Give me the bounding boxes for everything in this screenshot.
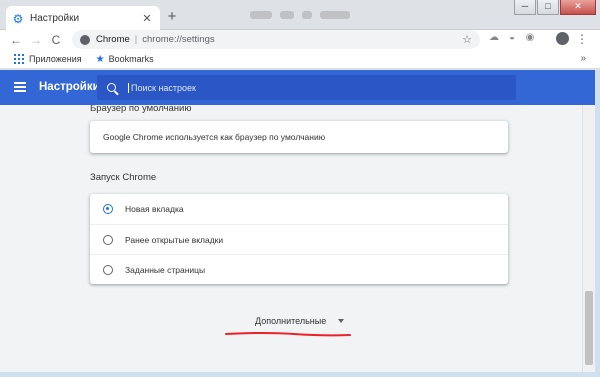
bookmark-star-icon[interactable]: ☆: [462, 33, 472, 46]
settings-content: Браузер по умолчанию Google Chrome испол…: [0, 105, 582, 372]
site-info-icon[interactable]: [80, 34, 90, 45]
vertical-scrollbar[interactable]: [582, 105, 595, 372]
extension-icon-2[interactable]: ◉: [524, 32, 536, 44]
radio-label: Ранее открытые вкладки: [125, 234, 224, 245]
hamburger-menu-icon[interactable]: [14, 82, 26, 92]
window-frame-right: [595, 70, 600, 377]
address-url[interactable]: chrome://settings: [142, 34, 462, 45]
radio-button-checked[interactable]: [103, 204, 113, 214]
extensions-area: ☁ ◒ ◉: [488, 32, 536, 44]
address-host: Chrome: [96, 34, 130, 45]
address-bar[interactable]: Chrome | chrome://settings ☆: [72, 30, 480, 49]
chevron-down-icon: [338, 319, 345, 323]
search-input[interactable]: [128, 82, 508, 93]
tab-settings[interactable]: ⚙ Настройки ✕: [6, 6, 160, 31]
bookmark-apps[interactable]: Приложения: [14, 54, 82, 64]
default-browser-status: Google Chrome используется как браузер п…: [103, 132, 326, 142]
tab-strip: ⚙ Настройки ✕ + ─ □ ✕: [0, 0, 600, 31]
scrollbar-thumb[interactable]: [585, 291, 593, 365]
address-separator: |: [134, 34, 138, 45]
toolbar: ← → C Chrome | chrome://settings ☆ ☁ ◒ ◉…: [0, 30, 600, 50]
radio-label: Заданные страницы: [125, 264, 206, 275]
settings-header: Настройки: [0, 70, 600, 105]
window-frame-bottom: [0, 372, 600, 377]
bookmark-folder-label: Bookmarks: [108, 54, 154, 64]
startup-option-continue[interactable]: Ранее открытые вкладки: [90, 224, 508, 254]
page-title: Настройки: [39, 81, 100, 93]
reload-button[interactable]: C: [46, 31, 66, 49]
new-tab-button[interactable]: +: [164, 9, 180, 25]
menu-icon[interactable]: ⋮: [576, 31, 588, 47]
advanced-label: Дополнительные: [255, 316, 327, 326]
bookmark-apps-label: Приложения: [29, 54, 82, 64]
close-window-button[interactable]: ✕: [560, 0, 596, 15]
startup-card: Новая вкладка Ранее открытые вкладки Зад…: [90, 194, 508, 284]
radio-button[interactable]: [103, 234, 113, 245]
window-controls: ─ □ ✕: [514, 0, 596, 15]
back-button[interactable]: ←: [6, 31, 26, 49]
radio-label: Новая вкладка: [125, 204, 184, 214]
bookmarks-bar: Приложения ★ Bookmarks »: [0, 50, 600, 69]
startup-option-specific-pages[interactable]: Заданные страницы: [90, 254, 508, 284]
star-icon: ★: [95, 53, 105, 65]
advanced-button[interactable]: Дополнительные: [255, 316, 345, 326]
blurred-region: [250, 8, 360, 22]
tab-close-button[interactable]: ✕: [140, 12, 154, 25]
startup-option-new-tab[interactable]: Новая вкладка: [90, 194, 508, 224]
bookmark-folder[interactable]: ★ Bookmarks: [96, 54, 154, 65]
bookmarks-overflow-button[interactable]: »: [580, 53, 586, 64]
gear-icon: ⚙: [12, 11, 24, 26]
profile-avatar-icon[interactable]: [556, 32, 569, 45]
settings-search[interactable]: [97, 75, 516, 100]
forward-button[interactable]: →: [26, 31, 46, 49]
maximize-button[interactable]: □: [537, 0, 559, 15]
red-underline-annotation: [225, 332, 351, 337]
radio-button[interactable]: [103, 264, 113, 275]
default-browser-heading: Браузер по умолчанию: [90, 105, 192, 114]
apps-grid-icon: [14, 54, 24, 64]
extension-icon[interactable]: ◒: [506, 32, 518, 44]
tab-title: Настройки: [30, 13, 80, 24]
minimize-button[interactable]: ─: [514, 0, 536, 15]
startup-heading: Запуск Chrome: [90, 172, 157, 183]
cloud-icon[interactable]: ☁: [488, 32, 500, 44]
default-browser-card: Google Chrome используется как браузер п…: [90, 121, 508, 153]
search-icon: [107, 83, 116, 92]
